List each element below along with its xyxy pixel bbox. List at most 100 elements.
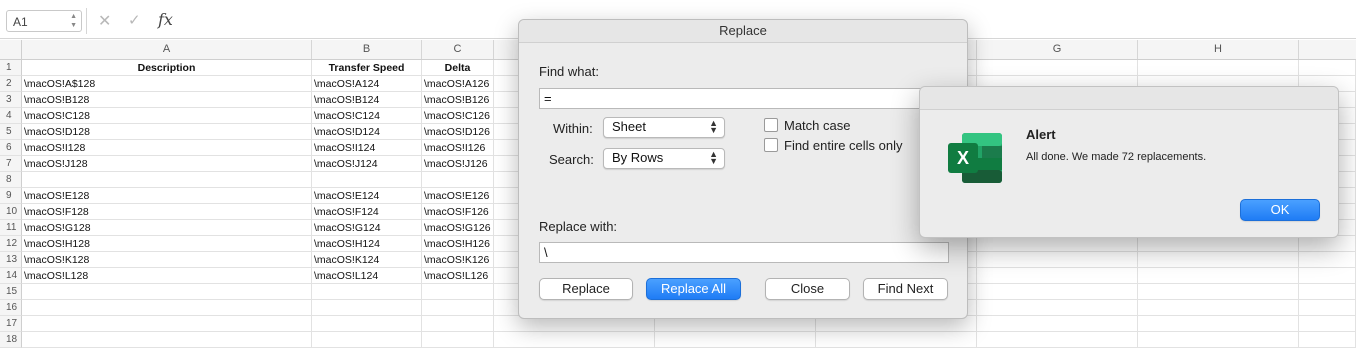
- cell-g[interactable]: [977, 268, 1138, 284]
- cell-g[interactable]: [977, 316, 1138, 332]
- cell-b[interactable]: \macOS!K124: [312, 252, 422, 268]
- cell-d[interactable]: [494, 332, 655, 348]
- replace-button[interactable]: Replace: [539, 278, 633, 300]
- cell-a[interactable]: [22, 284, 312, 300]
- column-header-g[interactable]: G: [977, 40, 1138, 59]
- cell-b[interactable]: \macOS!G124: [312, 220, 422, 236]
- cell-f[interactable]: [816, 332, 977, 348]
- row-header[interactable]: 18: [0, 332, 22, 348]
- cell-a[interactable]: \macOS!J128: [22, 156, 312, 172]
- cell-b[interactable]: [312, 316, 422, 332]
- cell-c[interactable]: \macOS!G126: [422, 220, 494, 236]
- cell-c[interactable]: \macOS!F126: [422, 204, 494, 220]
- cell-h[interactable]: [1138, 60, 1299, 76]
- row-header[interactable]: 17: [0, 316, 22, 332]
- row-header[interactable]: 16: [0, 300, 22, 316]
- cell-b[interactable]: Transfer Speed: [312, 60, 422, 76]
- replace-all-button[interactable]: Replace All: [646, 278, 741, 300]
- cell-c[interactable]: \macOS!H126: [422, 236, 494, 252]
- entire-cells-checkbox[interactable]: Find entire cells only: [764, 138, 903, 153]
- cell-a[interactable]: \macOS!L128: [22, 268, 312, 284]
- cell-h[interactable]: [1138, 300, 1299, 316]
- cell-h[interactable]: [1138, 316, 1299, 332]
- cell-g[interactable]: [977, 284, 1138, 300]
- cell-i[interactable]: [1299, 236, 1356, 252]
- close-button[interactable]: Close: [765, 278, 850, 300]
- cell-c[interactable]: [422, 316, 494, 332]
- cell-i[interactable]: [1299, 252, 1356, 268]
- cell-b[interactable]: \macOS!A124: [312, 76, 422, 92]
- cell-g[interactable]: [977, 300, 1138, 316]
- cell-i[interactable]: [1299, 60, 1356, 76]
- cell-g[interactable]: [977, 332, 1138, 348]
- within-select[interactable]: Sheet ▲ ▼: [603, 117, 725, 138]
- row-header[interactable]: 5: [0, 124, 22, 140]
- search-select[interactable]: By Rows ▲ ▼: [603, 148, 725, 169]
- row-header[interactable]: 6: [0, 140, 22, 156]
- column-header-i[interactable]: [1299, 40, 1356, 59]
- cell-a[interactable]: \macOS!E128: [22, 188, 312, 204]
- cell-b[interactable]: \macOS!J124: [312, 156, 422, 172]
- cell-b[interactable]: [312, 284, 422, 300]
- cell-a[interactable]: Description: [22, 60, 312, 76]
- cell-b[interactable]: \macOS!F124: [312, 204, 422, 220]
- cell-i[interactable]: [1299, 268, 1356, 284]
- cell-b[interactable]: \macOS!L124: [312, 268, 422, 284]
- cell-c[interactable]: \macOS!I126: [422, 140, 494, 156]
- cell-a[interactable]: \macOS!H128: [22, 236, 312, 252]
- cell-a[interactable]: [22, 316, 312, 332]
- column-header-c[interactable]: C: [422, 40, 494, 59]
- cell-b[interactable]: \macOS!B124: [312, 92, 422, 108]
- match-case-checkbox[interactable]: Match case: [764, 118, 850, 133]
- row-header[interactable]: 12: [0, 236, 22, 252]
- cell-b[interactable]: \macOS!E124: [312, 188, 422, 204]
- cell-h[interactable]: [1138, 252, 1299, 268]
- cell-c[interactable]: \macOS!J126: [422, 156, 494, 172]
- cell-a[interactable]: [22, 332, 312, 348]
- cancel-icon[interactable]: ✕: [98, 11, 111, 31]
- column-header-a[interactable]: A: [22, 40, 312, 59]
- cell-a[interactable]: \macOS!G128: [22, 220, 312, 236]
- column-header-b[interactable]: B: [312, 40, 422, 59]
- column-header-h[interactable]: H: [1138, 40, 1299, 59]
- cell-c[interactable]: [422, 172, 494, 188]
- cell-h[interactable]: [1138, 284, 1299, 300]
- cell-c[interactable]: [422, 300, 494, 316]
- cell-c[interactable]: \macOS!A126: [422, 76, 494, 92]
- row-header[interactable]: 7: [0, 156, 22, 172]
- cell-b[interactable]: [312, 172, 422, 188]
- row-header[interactable]: 2: [0, 76, 22, 92]
- cell-a[interactable]: [22, 300, 312, 316]
- cell-i[interactable]: [1299, 300, 1356, 316]
- checkbox-icon[interactable]: [764, 138, 778, 152]
- cell-i[interactable]: [1299, 332, 1356, 348]
- cell-g[interactable]: [977, 60, 1138, 76]
- select-all-corner[interactable]: [0, 40, 22, 59]
- cell-h[interactable]: [1138, 236, 1299, 252]
- cell-c[interactable]: [422, 284, 494, 300]
- cell-h[interactable]: [1138, 268, 1299, 284]
- cell-a[interactable]: \macOS!A$128: [22, 76, 312, 92]
- cell-a[interactable]: \macOS!D128: [22, 124, 312, 140]
- cell-h[interactable]: [1138, 332, 1299, 348]
- cell-g[interactable]: [977, 252, 1138, 268]
- row-header[interactable]: 3: [0, 92, 22, 108]
- function-icon[interactable]: fx: [158, 10, 173, 29]
- row-header[interactable]: 11: [0, 220, 22, 236]
- row-header[interactable]: 4: [0, 108, 22, 124]
- cell-i[interactable]: [1299, 284, 1356, 300]
- cell-c[interactable]: \macOS!C126: [422, 108, 494, 124]
- cell-b[interactable]: \macOS!D124: [312, 124, 422, 140]
- cell-e[interactable]: [655, 332, 816, 348]
- confirm-check-icon[interactable]: ✓: [128, 11, 141, 29]
- cell-c[interactable]: \macOS!D126: [422, 124, 494, 140]
- cell-c[interactable]: \macOS!L126: [422, 268, 494, 284]
- cell-b[interactable]: [312, 300, 422, 316]
- cell-i[interactable]: [1299, 316, 1356, 332]
- row-header[interactable]: 9: [0, 188, 22, 204]
- cell-b[interactable]: \macOS!H124: [312, 236, 422, 252]
- cell-a[interactable]: [22, 172, 312, 188]
- cell-a[interactable]: \macOS!C128: [22, 108, 312, 124]
- cell-a[interactable]: \macOS!B128: [22, 92, 312, 108]
- row-header[interactable]: 13: [0, 252, 22, 268]
